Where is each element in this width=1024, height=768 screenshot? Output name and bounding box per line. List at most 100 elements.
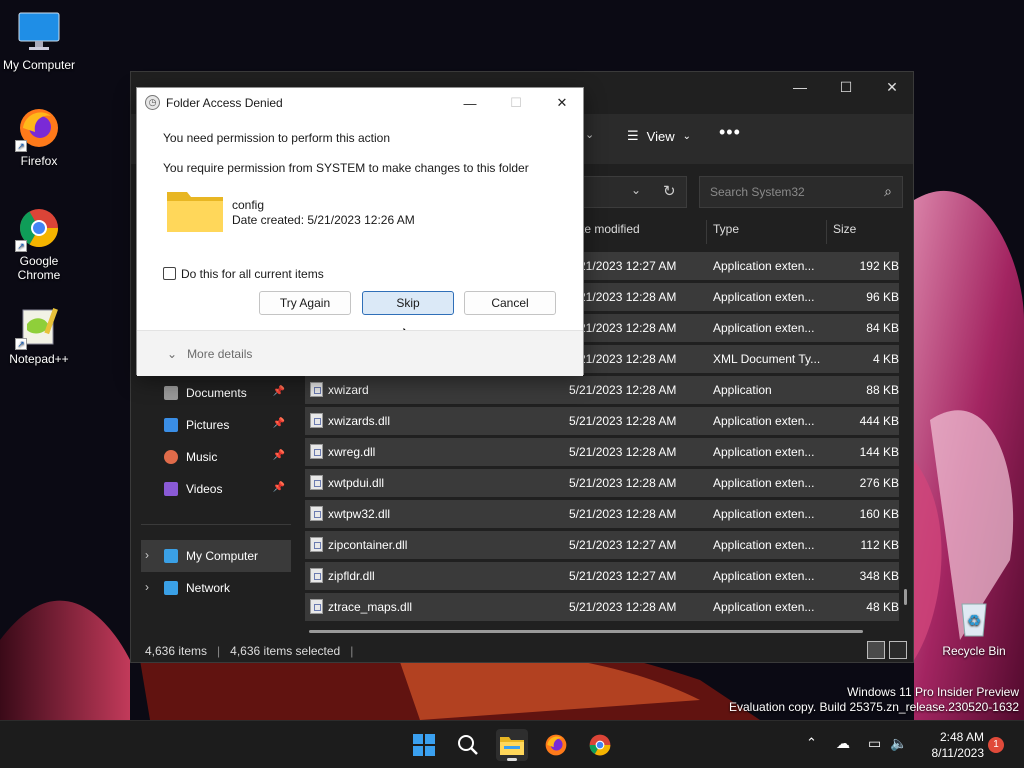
details-view-button[interactable]	[867, 641, 885, 659]
pin-icon[interactable]: 📌	[273, 482, 285, 493]
file-size: 276 KB	[859, 476, 899, 490]
search-button[interactable]	[452, 729, 484, 761]
view-button[interactable]: ☰ View ⌄	[627, 128, 691, 144]
file-size: 192 KB	[859, 259, 899, 273]
recycle-bin-icon: ♻	[952, 596, 996, 640]
file-type: Application exten...	[713, 569, 815, 583]
file-size: 88 KB	[866, 383, 899, 397]
nav-item-videos[interactable]: Videos 📌	[141, 473, 291, 505]
file-date: 5/21/2023 12:28 AM	[569, 507, 677, 521]
try-again-button[interactable]: Try Again	[259, 291, 351, 315]
chevron-down-icon[interactable]: ⌄	[585, 128, 594, 141]
layout-toggle	[867, 641, 907, 659]
notepadpp-icon: ↗	[15, 304, 61, 350]
monitor-icon	[164, 549, 178, 563]
tiles-view-button[interactable]	[889, 641, 907, 659]
firefox-icon: ↗	[15, 106, 61, 152]
dialog-body: You need permission to perform this acti…	[137, 118, 583, 346]
shortcut-arrow-icon: ↗	[15, 140, 27, 152]
dialog-close-button[interactable]: ✕	[539, 88, 585, 118]
column-header-size[interactable]: Size	[833, 222, 856, 244]
column-divider[interactable]	[706, 220, 707, 244]
apply-to-all-checkbox[interactable]	[163, 267, 176, 280]
music-icon	[164, 450, 178, 464]
file-icon	[310, 568, 323, 583]
file-date: 5/21/2023 12:28 AM	[569, 414, 677, 428]
nav-item-network[interactable]: › Network	[141, 572, 291, 604]
file-type: Application	[713, 383, 772, 397]
pin-icon[interactable]: 📌	[273, 418, 285, 429]
taskbar-file-explorer[interactable]	[496, 729, 528, 761]
taskbar-firefox[interactable]	[540, 729, 572, 761]
file-name: zipfldr.dll	[328, 569, 375, 583]
file-date: 5/21/2023 12:28 AM	[569, 290, 677, 304]
column-header-date[interactable]: te modified	[581, 222, 640, 244]
file-type: Application exten...	[713, 321, 815, 335]
vertical-scrollbar[interactable]	[904, 589, 907, 605]
dialog-minimize-button[interactable]: —	[447, 88, 493, 118]
show-hidden-icons-button[interactable]: ⌃	[806, 735, 817, 751]
close-button[interactable]: ✕	[869, 72, 915, 102]
search-input[interactable]: Search System32 ⌕	[699, 176, 903, 208]
pin-icon[interactable]: 📌	[273, 386, 285, 397]
chevron-right-icon[interactable]: ›	[145, 548, 149, 562]
file-name: ztrace_maps.dll	[328, 600, 413, 614]
skip-button[interactable]: Skip	[362, 291, 454, 315]
nav-item-my-computer[interactable]: › My Computer	[141, 540, 291, 572]
dialog-message: You need permission to perform this acti…	[163, 131, 391, 145]
more-details-toggle[interactable]: ⌄ More details	[167, 347, 252, 361]
desktop-icon-notepadpp[interactable]: ↗ Notepad++	[1, 304, 77, 366]
column-header-type[interactable]: Type	[713, 222, 739, 244]
taskbar-chrome[interactable]	[584, 729, 616, 761]
table-row[interactable]: xwtpw32.dll 5/21/2023 12:28 AM Application…	[305, 500, 899, 528]
view-list-icon: ☰	[627, 128, 639, 143]
file-date: 5/21/2023 12:27 AM	[569, 569, 677, 583]
table-row[interactable]: xwizard 5/21/2023 12:28 AM Application 88 K…	[305, 376, 899, 404]
volume-icon[interactable]: 🔈	[890, 735, 907, 752]
more-options-button[interactable]: •••	[719, 122, 741, 143]
onedrive-icon[interactable]: ☁	[836, 735, 850, 752]
table-row[interactable]: ztrace_maps.dll 5/21/2023 12:28 AM Applica…	[305, 593, 899, 621]
navigation-pane: Documents 📌 Pictures 📌 Music 📌 Videos 📌	[141, 377, 291, 505]
refresh-icon[interactable]: ↻	[663, 182, 676, 200]
windows-logo-icon	[413, 734, 435, 756]
pin-icon[interactable]: 📌	[273, 450, 285, 461]
desktop-icon-recycle-bin[interactable]: ♻ Recycle Bin	[936, 596, 1012, 658]
desktop-icon-chrome[interactable]: ↗ Google Chrome	[1, 206, 77, 282]
file-type: Application exten...	[713, 476, 815, 490]
file-date: 5/21/2023 12:28 AM	[569, 476, 677, 490]
file-type: Application exten...	[713, 414, 815, 428]
desktop-icon-firefox[interactable]: ↗ Firefox	[1, 106, 77, 168]
nav-item-music[interactable]: Music 📌	[141, 441, 291, 473]
dialog-titlebar[interactable]: ◷ Folder Access Denied — ☐ ✕	[137, 88, 583, 118]
file-icon	[310, 444, 323, 459]
table-row[interactable]: zipcontainer.dll 5/21/2023 12:27 AM Applic…	[305, 531, 899, 559]
start-button[interactable]	[408, 729, 440, 761]
folder-access-denied-dialog[interactable]: ◷ Folder Access Denied — ☐ ✕ You need pe…	[136, 87, 584, 376]
table-row[interactable]: xwreg.dll 5/21/2023 12:28 AM Application e…	[305, 438, 899, 466]
file-date: 5/21/2023 12:28 AM	[569, 445, 677, 459]
file-date: 5/21/2023 12:28 AM	[569, 600, 677, 614]
chevron-right-icon[interactable]: ›	[145, 580, 149, 594]
apply-to-all-label[interactable]: Do this for all current items	[181, 267, 324, 281]
file-name: xwizards.dll	[328, 414, 391, 428]
nav-item-pictures[interactable]: Pictures 📌	[141, 409, 291, 441]
table-row[interactable]: zipfldr.dll 5/21/2023 12:27 AM Application…	[305, 562, 899, 590]
chevron-down-icon[interactable]: ⌄	[631, 183, 641, 197]
minimize-button[interactable]: —	[777, 72, 823, 102]
notification-badge[interactable]: 1	[988, 737, 1004, 753]
cancel-button[interactable]: Cancel	[464, 291, 556, 315]
table-row[interactable]: xwizards.dll 5/21/2023 12:28 AM Applicatio…	[305, 407, 899, 435]
nav-item-documents[interactable]: Documents 📌	[141, 377, 291, 409]
address-bar[interactable]: ⌄ ↻	[571, 176, 687, 208]
table-row[interactable]: xwtpdui.dll 5/21/2023 12:28 AM Application…	[305, 469, 899, 497]
desktop-icon-my-computer[interactable]: My Computer	[1, 10, 77, 72]
file-date: 5/21/2023 12:27 AM	[569, 259, 677, 273]
maximize-button[interactable]: ☐	[823, 72, 869, 102]
clock[interactable]: 2:48 AM 8/11/2023	[912, 729, 985, 761]
horizontal-scrollbar[interactable]	[309, 630, 863, 633]
network-icon	[164, 581, 178, 595]
column-divider[interactable]	[826, 220, 827, 244]
file-size: 48 KB	[866, 600, 899, 614]
network-icon[interactable]: ▭	[868, 735, 881, 752]
